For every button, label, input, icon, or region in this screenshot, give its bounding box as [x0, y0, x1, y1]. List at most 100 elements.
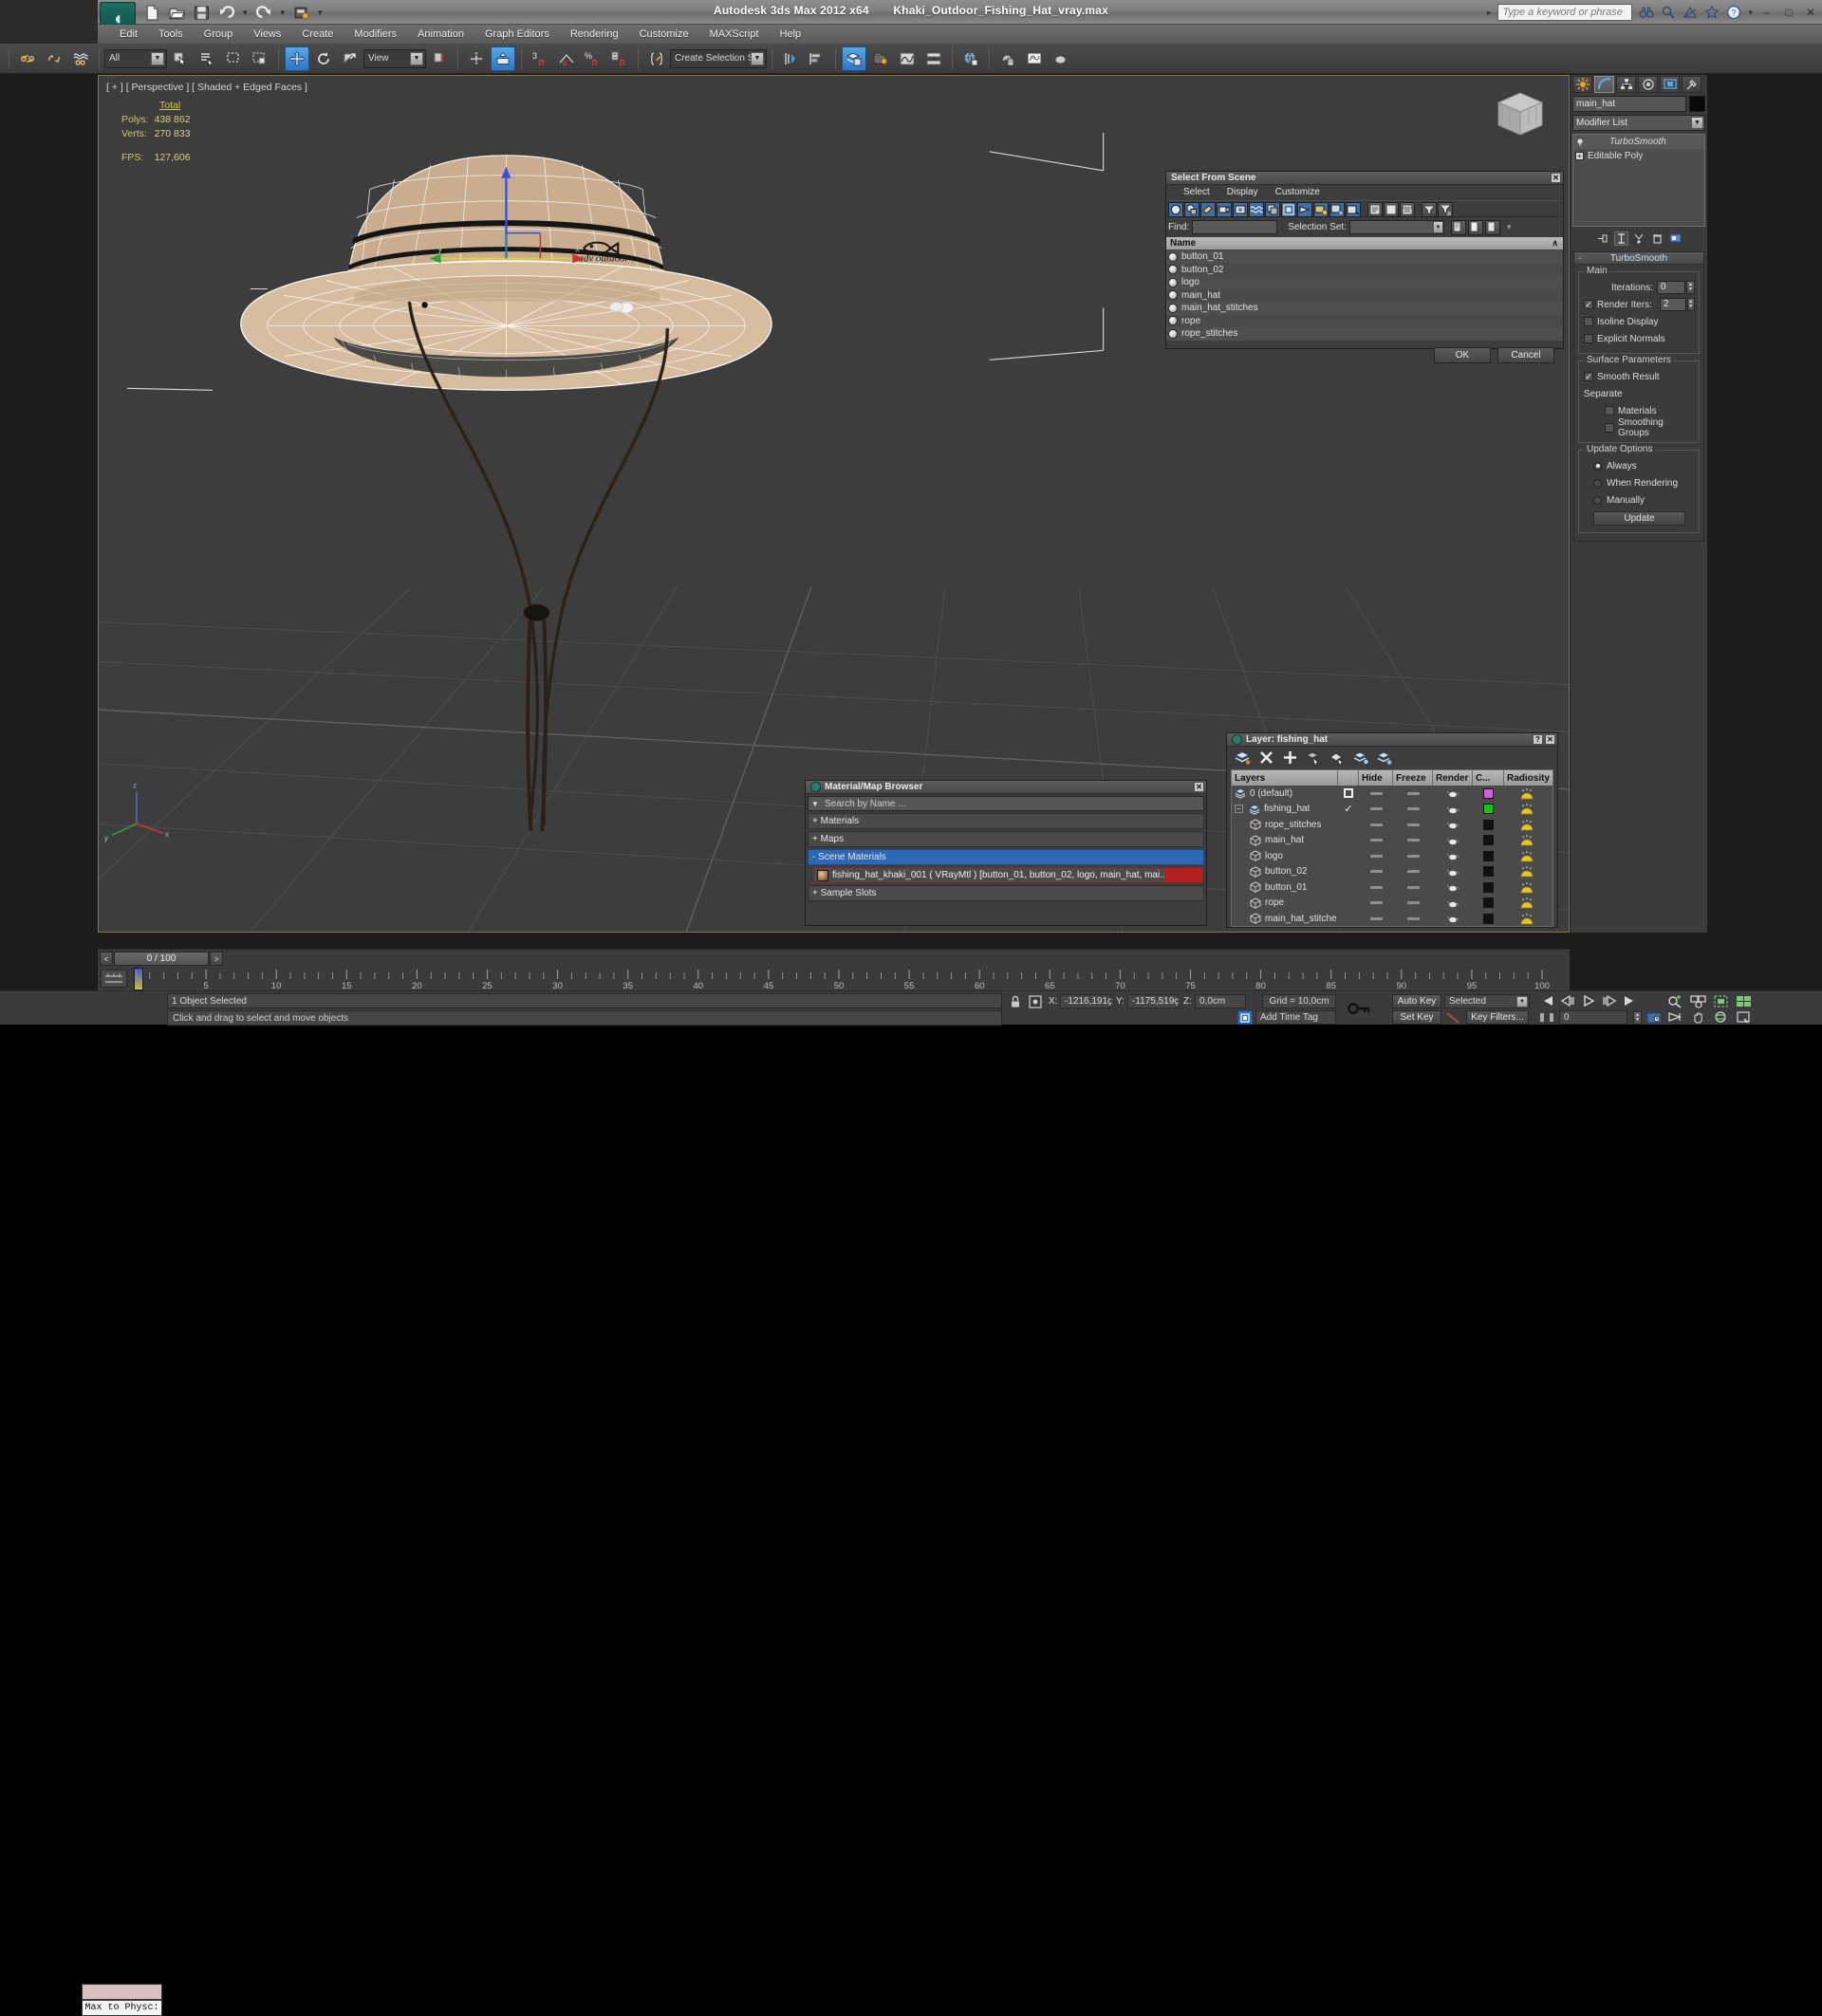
search-options-icon[interactable]: ▼	[809, 800, 822, 808]
zoom-extents-all-icon[interactable]	[1736, 994, 1752, 1008]
add-time-tag-button[interactable]: Add Time Tag	[1255, 1010, 1336, 1025]
layer-hide-cell[interactable]	[1359, 791, 1393, 795]
modifier-stack[interactable]: TurboSmooth + Editable Poly	[1572, 134, 1705, 227]
layer-freeze-cell[interactable]	[1393, 854, 1433, 858]
search-glass-icon[interactable]	[1661, 5, 1676, 20]
selection-filter-dropdown[interactable]: All ▼	[104, 48, 167, 68]
materials-group-header[interactable]: + Materials	[808, 813, 1204, 829]
mirror-tool-icon[interactable]	[778, 46, 803, 71]
schematic-view-icon[interactable]	[921, 46, 946, 71]
pin-stack-icon[interactable]	[1596, 231, 1610, 246]
max-to-physc-widget[interactable]: Max to Physc:	[82, 1984, 162, 2016]
menu-item-tools[interactable]: Tools	[148, 27, 194, 42]
curve-editor-icon[interactable]	[895, 46, 920, 71]
select-and-rotate-icon[interactable]	[311, 46, 336, 71]
layer-freeze-cell[interactable]	[1393, 807, 1433, 811]
layer-color-cell[interactable]	[1473, 913, 1504, 924]
x-coordinate-field[interactable]: -1216,191ç	[1060, 994, 1112, 1008]
expand-icon[interactable]: +	[1575, 152, 1584, 160]
field-of-view-icon[interactable]	[1667, 1010, 1683, 1025]
layer-hide-cell[interactable]	[1359, 839, 1393, 842]
update-button[interactable]: Update	[1593, 511, 1685, 526]
maximize-button[interactable]: □	[1781, 6, 1796, 19]
iterations-field[interactable]: 0	[1657, 281, 1685, 294]
delete-layer-icon[interactable]	[1258, 749, 1274, 766]
time-tag-icon[interactable]	[1237, 1010, 1253, 1025]
column-radiosity[interactable]: Radiosity	[1504, 770, 1550, 786]
y-coordinate-field[interactable]: -1175,519ç	[1127, 994, 1179, 1008]
ok-button[interactable]: OK	[1434, 346, 1491, 363]
select-object-icon[interactable]	[168, 46, 193, 71]
selection-set-dropdown[interactable]: ▼	[1348, 220, 1444, 234]
tab-motion[interactable]	[1638, 76, 1658, 93]
layer-render-cell[interactable]	[1433, 913, 1473, 924]
layer-freeze-cell[interactable]	[1393, 870, 1433, 874]
advanced-filter-icon[interactable]	[1438, 201, 1453, 217]
current-frame-field[interactable]: 0	[1559, 1010, 1627, 1025]
layer-row-name-cell[interactable]: rope	[1232, 897, 1338, 909]
scene-object-list[interactable]: button_01 button_02 logo main_hat main_h…	[1166, 250, 1563, 341]
filter-funnel-icon[interactable]	[1422, 201, 1437, 217]
layer-current-cell[interactable]	[1338, 788, 1359, 799]
menu-item-group[interactable]: Group	[194, 27, 244, 42]
maximize-viewport-toggle-icon[interactable]	[1736, 1010, 1752, 1025]
filter-bones-icon[interactable]	[1297, 201, 1312, 217]
absolute-relative-transform-icon[interactable]	[1029, 995, 1042, 1008]
rollout-collapse-icon[interactable]: -	[1578, 253, 1581, 264]
bind-to-space-warp-icon[interactable]	[68, 46, 93, 71]
sample-slots-group-header[interactable]: + Sample Slots	[808, 885, 1204, 901]
search-input[interactable]: Type a keyword or phrase	[1497, 4, 1633, 21]
sort-ascending-icon[interactable]: ∧	[1552, 238, 1558, 249]
select-by-name-icon[interactable]	[195, 46, 219, 71]
separate-smoothing-groups-row[interactable]: Smoothing Groups	[1584, 417, 1695, 438]
scene-list-item[interactable]: button_01	[1166, 250, 1563, 264]
column-layers[interactable]: Layers	[1232, 770, 1338, 786]
select-and-link-icon[interactable]	[15, 46, 40, 71]
layer-row-name-cell[interactable]: main_hat_stitche	[1232, 913, 1338, 925]
layer-manager-button[interactable]	[842, 46, 866, 71]
layer-row[interactable]: main_hat_stitche	[1232, 911, 1552, 926]
update-always-row[interactable]: Always	[1584, 458, 1695, 473]
update-manually-row[interactable]: Manually	[1584, 492, 1695, 508]
layer-settings-icon[interactable]	[1377, 749, 1393, 766]
key-mode-dropdown[interactable]: Selected ▼	[1444, 994, 1530, 1008]
max-to-physc-swatch[interactable]	[82, 1984, 162, 2000]
menu-item-views[interactable]: Views	[243, 27, 291, 42]
object-name-field[interactable]: main_hat	[1572, 96, 1686, 112]
orbit-icon[interactable]	[1713, 1010, 1729, 1025]
layer-freeze-cell[interactable]	[1393, 839, 1433, 842]
close-icon[interactable]: ✕	[1551, 173, 1561, 183]
menu-item-customize[interactable]: Customize	[1275, 187, 1320, 197]
tab-display[interactable]	[1660, 76, 1680, 93]
chevron-down-icon[interactable]: ▼	[1691, 117, 1703, 129]
layer-row[interactable]: rope_stitches	[1232, 817, 1552, 833]
render-iters-checkbox[interactable]: ✓	[1584, 300, 1593, 309]
next-frame-button[interactable]: >	[210, 952, 223, 966]
layer-hide-cell[interactable]	[1359, 916, 1393, 920]
show-end-result-icon[interactable]	[1613, 231, 1628, 246]
layer-row[interactable]: button_02	[1232, 864, 1552, 880]
filter-cameras-icon[interactable]	[1217, 201, 1232, 217]
explicit-normals-checkbox[interactable]	[1584, 334, 1593, 343]
menu-item-modifiers[interactable]: Modifiers	[344, 27, 407, 42]
layer-color-swatch[interactable]	[1483, 897, 1494, 909]
key-filters-button[interactable]: Key Filters...	[1466, 1010, 1529, 1025]
scene-list-item[interactable]: main_hat_stitches	[1166, 302, 1563, 315]
lock-selection-icon[interactable]	[1009, 995, 1022, 1009]
layer-properties-icon[interactable]	[1353, 749, 1369, 766]
layer-color-cell[interactable]	[1473, 866, 1504, 878]
separate-materials-row[interactable]: Materials	[1584, 403, 1695, 418]
close-icon[interactable]: ✕	[1545, 734, 1555, 745]
close-button[interactable]: ✕	[1803, 6, 1818, 19]
smooth-result-row[interactable]: ✓ Smooth Result	[1584, 369, 1695, 384]
layer-freeze-cell[interactable]	[1393, 885, 1433, 889]
scene-list-header[interactable]: Name ∧	[1166, 237, 1563, 250]
collapse-all-icon[interactable]	[1384, 201, 1399, 217]
layer-row[interactable]: logo	[1232, 848, 1552, 864]
go-to-start-icon[interactable]	[1539, 994, 1554, 1008]
key-mode-toggle-icon[interactable]	[1348, 1001, 1372, 1016]
layer-current-cell[interactable]: ✓	[1338, 803, 1359, 815]
tab-utilities[interactable]	[1682, 76, 1701, 93]
edit-selection-set-icon[interactable]	[1484, 219, 1500, 235]
layer-radiosity-cell[interactable]	[1504, 849, 1550, 863]
